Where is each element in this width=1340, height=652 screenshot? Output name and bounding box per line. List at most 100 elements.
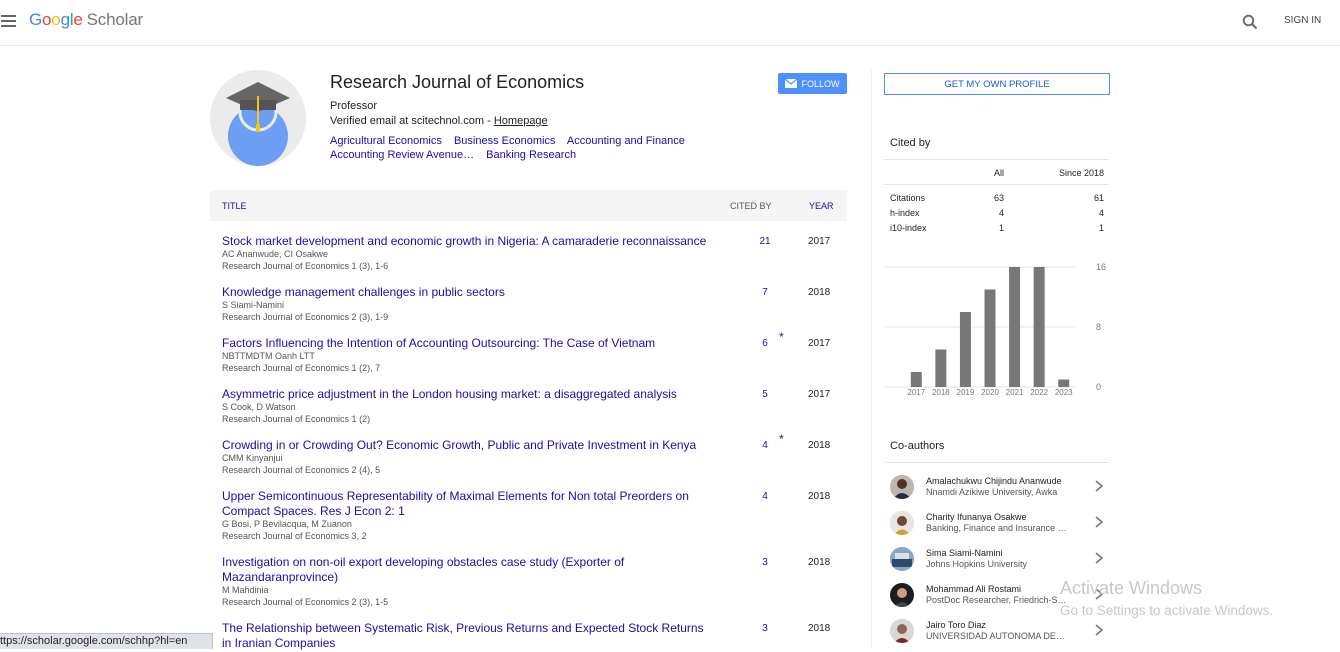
article-authors: CMM Kinyanjui <box>222 453 283 463</box>
article-cited-count[interactable]: 3 <box>750 557 780 568</box>
article-title[interactable]: Stock market development and economic gr… <box>222 234 712 249</box>
coauthor-affiliation: UNIVERSIDAD AUTONOMA DE… <box>926 631 1065 641</box>
metric-all: 4 <box>998 208 1004 218</box>
chart-bar-2019[interactable] <box>959 312 971 387</box>
article-cited-count[interactable]: 6 <box>750 338 780 349</box>
cited-by-title: Cited by <box>890 137 931 149</box>
hamburger-menu-icon[interactable] <box>1 15 16 27</box>
coauthor-name: Amalachukwu Chijindu Ananwude <box>926 476 1062 486</box>
chart-x-tick-label: 2021 <box>1006 388 1024 397</box>
graduation-cap-avatar-icon <box>226 82 290 166</box>
article-title[interactable]: The Relationship between Systematic Risk… <box>222 621 712 651</box>
follow-button[interactable]: FOLLOW <box>778 73 847 94</box>
article-authors: NBTTMDTM Oanh LTT <box>222 351 315 361</box>
chart-y-tick-label: 8 <box>1096 322 1101 332</box>
divider <box>884 184 1109 185</box>
profile-role: Professor <box>330 100 378 112</box>
chart-y-tick-label: 0 <box>1096 382 1101 392</box>
chart-bar-2020[interactable] <box>984 289 996 388</box>
article-venue: Research Journal of Economics 1 (3), 1-6 <box>222 261 389 271</box>
article-cited-count[interactable]: 5 <box>750 389 780 400</box>
coauthor-name: Mohammad Ali Rostami <box>926 584 1022 594</box>
homepage-link[interactable]: Homepage <box>494 115 548 127</box>
article-title[interactable]: Crowding in or Crowding Out? Economic Gr… <box>222 438 712 453</box>
metrics-col-since: Since 2018 <box>1058 168 1104 178</box>
article-cited-count[interactable]: 7 <box>750 287 780 298</box>
article-venue: Research Journal of Economics 2 (3), 1-5 <box>222 597 389 607</box>
chart-bar-2022[interactable] <box>1033 267 1045 387</box>
co-authors-title: Co-authors <box>890 440 945 452</box>
article-title[interactable]: Asymmetric price adjustment in the Londo… <box>222 387 712 402</box>
coauthor-avatar <box>890 475 914 499</box>
get-my-own-profile-button[interactable]: GET MY OWN PROFILE <box>884 73 1110 95</box>
coauthor-item[interactable]: Charity Ifunanya Osakwe Banking, Finance… <box>884 510 1109 544</box>
article-venue: Research Journal of Economics 2 (4), 5 <box>222 465 381 475</box>
metric-all: 1 <box>998 223 1004 233</box>
article-cited-count[interactable]: 3 <box>750 623 780 634</box>
sort-by-cited[interactable]: CITED BY <box>730 201 772 211</box>
coauthor-avatar <box>890 547 914 571</box>
activate-windows-subtitle: Go to Settings to activate Windows. <box>1060 603 1274 618</box>
article-year: 2018 <box>808 623 831 634</box>
citation-metrics-rows: Citations 63 61 h-index 4 4 i10-index 1 … <box>890 193 1104 243</box>
article-cited-count[interactable]: 21 <box>750 236 780 247</box>
sort-by-title[interactable]: TITLE <box>222 201 247 211</box>
divider <box>884 159 1109 160</box>
interest-link[interactable]: Banking Research <box>486 149 576 161</box>
article-title[interactable]: Knowledge management challenges in publi… <box>222 285 712 300</box>
divider <box>884 462 1109 463</box>
article-title[interactable]: Investigation on non-oil export developi… <box>222 555 642 585</box>
coauthor-affiliation: PostDoc Researcher, Friedrich-S… <box>926 595 1067 605</box>
interest-link[interactable]: Business Economics <box>454 135 556 147</box>
coauthor-item[interactable]: Jairo Toro Diaz UNIVERSIDAD AUTONOMA DE… <box>884 618 1109 652</box>
article-title[interactable]: Factors Influencing the Intention of Acc… <box>222 336 712 351</box>
article-authors: M Mahdinia <box>222 585 269 595</box>
coauthor-item[interactable]: Sima Siami-Namini Johns Hopkins Universi… <box>884 546 1109 580</box>
merged-citation-star[interactable]: * <box>779 432 784 446</box>
article-authors: S Siami-Namini <box>222 300 285 310</box>
person-photo-icon <box>890 583 914 607</box>
sign-in-link[interactable]: SIGN IN <box>1284 15 1321 26</box>
chart-bar-2023[interactable] <box>1058 379 1070 388</box>
article-year: 2017 <box>808 236 831 247</box>
activate-windows-title: Activate Windows <box>1060 578 1203 598</box>
article-venue: Research Journal of Economics 1 (2) <box>222 414 371 424</box>
coauthor-name: Jairo Toro Diaz <box>926 620 986 630</box>
chart-x-tick-label: 2022 <box>1030 388 1048 397</box>
metric-label[interactable]: h-index <box>890 208 920 218</box>
articles-table-header: TITLE CITED BY YEAR <box>210 190 847 221</box>
metric-since: 4 <box>1098 208 1104 218</box>
article-cited-count[interactable]: 4 <box>750 440 780 451</box>
article-authors: G Bosi, P Bevilacqua, M Zuanon <box>222 519 352 529</box>
coauthor-avatar <box>890 511 914 535</box>
chart-x-tick-label: 2023 <box>1055 388 1073 397</box>
google-scholar-logo[interactable]: Google Scholar <box>29 10 143 30</box>
metric-label[interactable]: Citations <box>890 193 925 203</box>
metric-since: 61 <box>1093 193 1104 203</box>
chart-bar-2018[interactable] <box>935 349 947 388</box>
chart-bar-2017[interactable] <box>910 372 922 387</box>
search-icon[interactable] <box>1242 14 1258 30</box>
article-authors: AC Ananwude, CI Osakwe <box>222 249 329 259</box>
coauthor-name: Sima Siami-Namini <box>926 548 1003 558</box>
person-photo-icon <box>890 511 914 535</box>
article-title[interactable]: Upper Semicontinuous Representability of… <box>222 489 712 519</box>
profile-name: Research Journal of Economics <box>330 72 585 92</box>
interest-link[interactable]: Agricultural Economics <box>330 135 442 147</box>
coauthor-item[interactable]: Amalachukwu Chijindu Ananwude Nnamdi Azi… <box>884 474 1109 508</box>
article-venue: Research Journal of Economics 1 (2), 7 <box>222 363 381 373</box>
merged-citation-star[interactable]: * <box>779 330 784 344</box>
metric-since: 1 <box>1098 223 1104 233</box>
metric-label[interactable]: i10-index <box>890 223 927 233</box>
coauthor-affiliation: Banking, Finance and Insurance … <box>926 523 1067 533</box>
chart-y-tick-label: 16 <box>1096 262 1106 272</box>
person-photo-icon <box>890 475 914 499</box>
article-cited-count[interactable]: 4 <box>750 491 780 502</box>
interest-link[interactable]: Accounting and Finance <box>567 135 685 147</box>
interest-link[interactable]: Accounting Review Avenue… <box>330 149 474 161</box>
chart-bar-2021[interactable] <box>1009 267 1021 387</box>
article-year: 2018 <box>808 491 831 502</box>
sort-by-year[interactable]: YEAR <box>809 201 834 211</box>
article-authors: S Cook, D Watson <box>222 402 296 412</box>
chart-x-tick-label: 2019 <box>957 388 975 397</box>
